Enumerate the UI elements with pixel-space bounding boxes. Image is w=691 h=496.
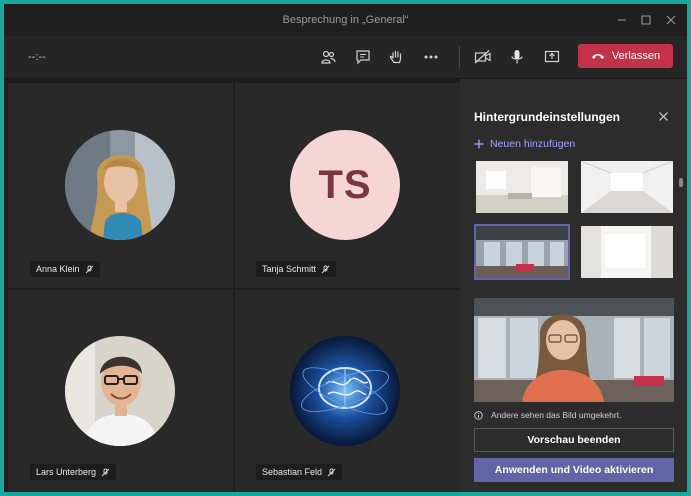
mic-muted-icon xyxy=(85,265,93,273)
participant-photo xyxy=(65,336,175,446)
background-list-scrollbar[interactable] xyxy=(679,178,683,187)
participant-name: Tanja Schmitt xyxy=(262,264,317,274)
mirror-info-text: Andere sehen das Bild umgekehrt. xyxy=(491,410,622,420)
meeting-toolbar: --:-- Verlassen xyxy=(4,36,687,79)
participant-tile[interactable]: TS Tanja Schmitt xyxy=(235,83,460,288)
background-option[interactable] xyxy=(581,161,673,213)
participant-avatar xyxy=(65,130,175,240)
info-icon xyxy=(474,410,483,420)
close-window-button[interactable] xyxy=(656,4,686,36)
add-new-label: Neuen hinzufügen xyxy=(490,138,576,150)
leave-button[interactable]: Verlassen xyxy=(578,44,673,68)
participant-name: Sebastian Feld xyxy=(262,467,323,477)
camera-preview-image xyxy=(474,298,674,402)
toolbar-divider xyxy=(459,46,460,68)
chat-button[interactable] xyxy=(350,45,376,69)
participant-avatar-initials: TS xyxy=(290,130,400,240)
close-icon xyxy=(658,111,668,121)
background-thumbnail xyxy=(581,226,673,278)
minimize-icon xyxy=(618,19,626,21)
background-option-selected[interactable] xyxy=(474,224,570,280)
participants-button[interactable] xyxy=(315,45,341,69)
background-option[interactable] xyxy=(476,161,568,213)
more-options-icon xyxy=(424,55,438,59)
participant-image xyxy=(290,336,400,446)
participant-tile[interactable]: Anna Klein xyxy=(8,83,233,288)
phone-hangup-icon xyxy=(591,54,604,59)
participant-nametag: Tanja Schmitt xyxy=(256,261,337,277)
background-option[interactable] xyxy=(581,226,673,278)
participant-nametag: Anna Klein xyxy=(30,261,100,277)
participant-nametag: Sebastian Feld xyxy=(256,464,343,480)
share-screen-icon xyxy=(544,50,560,63)
participant-avatar xyxy=(290,336,400,446)
plus-icon xyxy=(474,139,484,149)
participant-grid: Anna Klein TS Tanja Schmitt Lars Unterbe… xyxy=(4,79,460,492)
microphone-button[interactable] xyxy=(504,45,530,69)
more-options-button[interactable] xyxy=(418,45,444,69)
camera-off-icon xyxy=(474,50,491,64)
participants-icon xyxy=(321,50,336,64)
raise-hand-icon xyxy=(389,50,402,64)
mic-muted-icon xyxy=(327,468,336,476)
participant-name: Lars Unterberg xyxy=(36,467,97,477)
close-icon xyxy=(666,15,676,25)
participant-tile[interactable]: Sebastian Feld xyxy=(235,290,460,492)
background-thumbnail xyxy=(476,161,568,213)
share-screen-button[interactable] xyxy=(539,45,565,69)
title-bar: Besprechung in „General“ xyxy=(4,4,687,36)
mic-muted-icon xyxy=(321,265,330,273)
maximize-icon xyxy=(641,15,651,25)
meeting-timer: --:-- xyxy=(28,51,46,63)
leave-button-label: Verlassen xyxy=(611,50,661,62)
add-new-background-link[interactable]: Neuen hinzufügen xyxy=(474,138,575,150)
participant-name: Anna Klein xyxy=(36,264,80,274)
chat-icon xyxy=(356,50,370,65)
participant-tile[interactable]: Lars Unterberg xyxy=(8,290,233,492)
background-thumbnail xyxy=(476,226,568,278)
raise-hand-button[interactable] xyxy=(383,45,409,69)
camera-preview xyxy=(474,298,674,402)
participant-avatar xyxy=(65,336,175,446)
window-title: Besprechung in „General“ xyxy=(282,14,409,26)
mirror-info: Andere sehen das Bild umgekehrt. xyxy=(474,410,621,420)
microphone-icon xyxy=(511,50,523,64)
background-thumbnail xyxy=(581,161,673,213)
participant-photo xyxy=(65,130,175,240)
stop-preview-button[interactable]: Vorschau beenden xyxy=(474,428,674,452)
panel-title: Hintergrundeinstellungen xyxy=(474,110,621,124)
participant-nametag: Lars Unterberg xyxy=(30,464,117,480)
camera-toggle-button[interactable] xyxy=(470,45,496,69)
meeting-window: Besprechung in „General“ --:-- Verlassen… xyxy=(4,4,687,492)
apply-and-enable-video-button[interactable]: Anwenden und Video aktivieren xyxy=(474,458,674,482)
background-settings-panel: Hintergrundeinstellungen Neuen hinzufüge… xyxy=(460,79,687,492)
mic-muted-icon xyxy=(101,468,110,476)
panel-close-button[interactable] xyxy=(656,109,670,123)
